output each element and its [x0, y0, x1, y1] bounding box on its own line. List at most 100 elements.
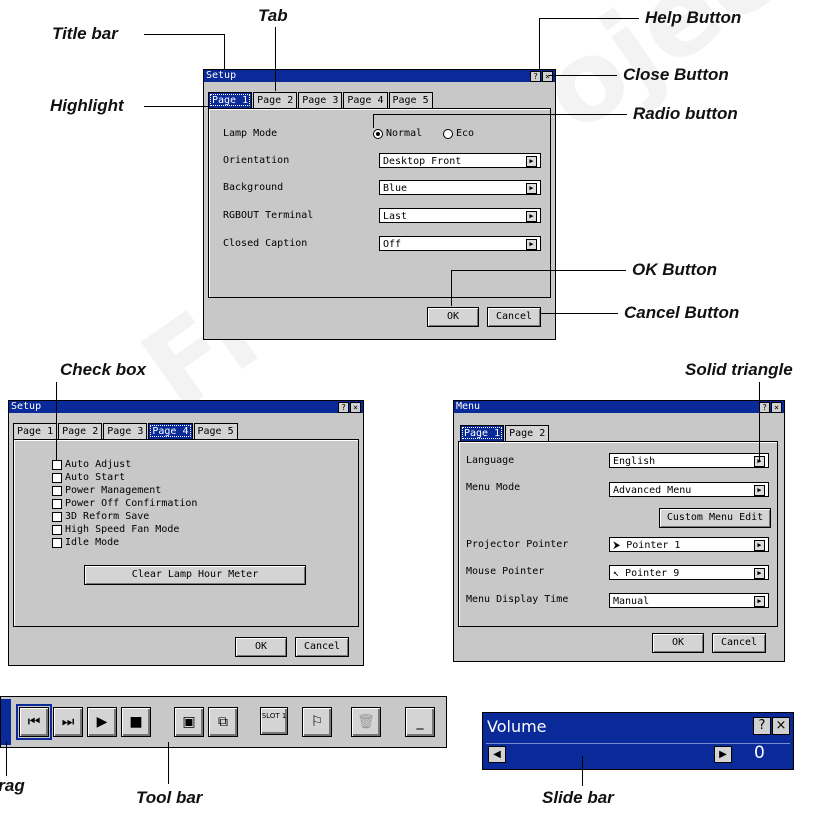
- stop-icon[interactable]: ■: [121, 707, 151, 737]
- tab-page-5[interactable]: Page 5: [193, 423, 238, 439]
- dropdown-arrow-icon[interactable]: ▶: [526, 183, 537, 194]
- lamp-mode-label: Lamp Mode: [223, 128, 278, 139]
- check-label: 3D Reform Save: [65, 511, 150, 522]
- rgbout-dropdown[interactable]: Last ▶: [379, 208, 541, 223]
- mouse-pointer-value: Pointer 9: [625, 568, 680, 579]
- tab-page-1[interactable]: Page 1: [460, 425, 505, 441]
- slide-bar[interactable]: ◀ ▶ 0: [486, 743, 790, 764]
- tab-page-3[interactable]: Page 3: [298, 92, 343, 108]
- close-button[interactable]: ×: [771, 402, 782, 413]
- checkbox-idle-mode[interactable]: [52, 538, 62, 548]
- language-value: English: [613, 456, 656, 467]
- tool-bar: ⏮ ⏭ ▶ ■ ▣ ⧉ SLOT 1 ⚐ 🗑 _: [0, 696, 447, 748]
- checkbox-high-speed-fan[interactable]: [52, 525, 62, 535]
- cancel-button[interactable]: Cancel: [712, 633, 766, 653]
- menu-mode-dropdown[interactable]: Advanced Menu ▶: [609, 482, 769, 497]
- close-button[interactable]: ×: [772, 717, 790, 735]
- setup-title-bar[interactable]: Setup ? ×: [204, 70, 555, 82]
- custom-menu-edit-button[interactable]: Custom Menu Edit: [659, 508, 771, 528]
- check-label: Power Off Confirmation: [65, 498, 198, 509]
- minimize-icon[interactable]: _: [405, 707, 435, 737]
- language-dropdown[interactable]: English▶: [609, 453, 769, 468]
- closed-caption-value: Off: [383, 239, 402, 250]
- screen-icon[interactable]: ▣: [174, 707, 204, 737]
- dropdown-arrow-icon[interactable]: ▶: [754, 485, 765, 496]
- menu-title-bar[interactable]: Menu ? ×: [454, 401, 784, 413]
- dropdown-arrow-icon[interactable]: ▶: [526, 156, 537, 167]
- background-dropdown[interactable]: Blue ▶: [379, 180, 541, 195]
- tab-page-5[interactable]: Page 5: [388, 92, 433, 108]
- setup4-panel: Auto Adjust Auto Start Power Management …: [13, 439, 359, 627]
- close-button[interactable]: ×: [350, 402, 361, 413]
- mouse-pointer-label: Mouse Pointer: [466, 566, 545, 577]
- tab-page-3[interactable]: Page 3: [103, 423, 148, 439]
- dropdown-arrow-icon[interactable]: ▶: [754, 540, 765, 551]
- help-button[interactable]: ?: [338, 402, 349, 413]
- play-icon[interactable]: ▶: [87, 707, 117, 737]
- menu-window: Menu ? × Page 1 Page 2 Language English▶…: [453, 400, 785, 662]
- setup-window: Setup ? × Page 1 Page 2 Page 3 Page 4 Pa…: [203, 69, 556, 340]
- projector-pointer-dropdown[interactable]: ⮞ Pointer 1 ▶: [609, 537, 769, 552]
- checkbox-power-off-confirmation[interactable]: [52, 499, 62, 509]
- language-label: Language: [466, 455, 515, 466]
- cursor-icon: ↖: [613, 568, 626, 579]
- tab-page-4[interactable]: Page 4: [343, 92, 388, 108]
- projector-icon[interactable]: ⚐: [302, 707, 332, 737]
- check-label: Auto Start: [65, 472, 126, 483]
- tab-page-4[interactable]: Page 4: [148, 423, 193, 439]
- radio-eco[interactable]: [443, 129, 453, 139]
- copy-icon[interactable]: ⧉: [208, 707, 238, 737]
- menu-mode-label: Menu Mode: [466, 482, 521, 493]
- tab-page-2[interactable]: Page 2: [505, 425, 550, 441]
- help-button[interactable]: ?: [759, 402, 770, 413]
- cancel-button[interactable]: Cancel: [487, 307, 541, 327]
- radio-normal-label: Normal: [386, 128, 423, 139]
- trash-icon[interactable]: 🗑: [351, 707, 381, 737]
- tab-page-2[interactable]: Page 2: [58, 423, 103, 439]
- close-button[interactable]: ×: [542, 71, 553, 82]
- dropdown-arrow-icon[interactable]: ▶: [526, 239, 537, 250]
- volume-window: Volume ? × ◀ ▶ 0: [482, 712, 794, 770]
- mouse-pointer-dropdown[interactable]: ↖ Pointer 9 ▶: [609, 565, 769, 580]
- dropdown-arrow-icon[interactable]: ▶: [754, 568, 765, 579]
- menu-title: Menu: [456, 401, 481, 412]
- checkbox-auto-start[interactable]: [52, 473, 62, 483]
- dropdown-arrow-icon[interactable]: ▶: [754, 596, 765, 607]
- left-arrow-icon[interactable]: ◀: [488, 746, 506, 763]
- skip-back-icon[interactable]: ⏮: [16, 704, 52, 740]
- checkbox-auto-adjust[interactable]: [52, 460, 62, 470]
- menu-display-time-dropdown[interactable]: Manual ▶: [609, 593, 769, 608]
- closed-caption-label: Closed Caption: [223, 238, 308, 249]
- ok-button[interactable]: OK: [427, 307, 479, 327]
- checkbox-power-management[interactable]: [52, 486, 62, 496]
- drag-handle[interactable]: [1, 699, 11, 745]
- orientation-dropdown[interactable]: Desktop Front ▶: [379, 153, 541, 168]
- cancel-button[interactable]: Cancel: [295, 637, 349, 657]
- tab-page-1[interactable]: Page 1: [208, 92, 253, 108]
- callout-close-button: Close Button: [623, 65, 729, 84]
- callout-check-box: Check box: [60, 360, 146, 379]
- skip-forward-icon[interactable]: ⏭: [53, 707, 83, 737]
- checkbox-3d-reform-save[interactable]: [52, 512, 62, 522]
- rgbout-label: RGBOUT Terminal: [223, 210, 314, 221]
- callout-title-bar: Title bar: [52, 24, 118, 43]
- ok-button[interactable]: OK: [652, 633, 704, 653]
- callout-tool-bar: Tool bar: [136, 788, 203, 807]
- clear-lamp-hour-button[interactable]: Clear Lamp Hour Meter: [84, 565, 306, 585]
- setup4-title-bar[interactable]: Setup ? ×: [9, 401, 363, 413]
- help-button[interactable]: ?: [530, 71, 541, 82]
- ok-button[interactable]: OK: [235, 637, 287, 657]
- menu-display-time-label: Menu Display Time: [466, 594, 569, 605]
- right-arrow-icon[interactable]: ▶: [714, 746, 732, 763]
- callout-drag: Drag: [0, 776, 25, 795]
- tab-page-1[interactable]: Page 1: [13, 423, 58, 439]
- check-label: Power Management: [65, 485, 162, 496]
- slot-icon[interactable]: SLOT 1: [260, 707, 288, 735]
- radio-normal[interactable]: [373, 129, 383, 139]
- closed-caption-dropdown[interactable]: Off ▶: [379, 236, 541, 251]
- help-button[interactable]: ?: [753, 717, 771, 735]
- dropdown-arrow-icon[interactable]: ▶: [526, 211, 537, 222]
- volume-title: Volume: [487, 717, 547, 736]
- tab-page-2[interactable]: Page 2: [253, 92, 298, 108]
- check-label: High Speed Fan Mode: [65, 524, 180, 535]
